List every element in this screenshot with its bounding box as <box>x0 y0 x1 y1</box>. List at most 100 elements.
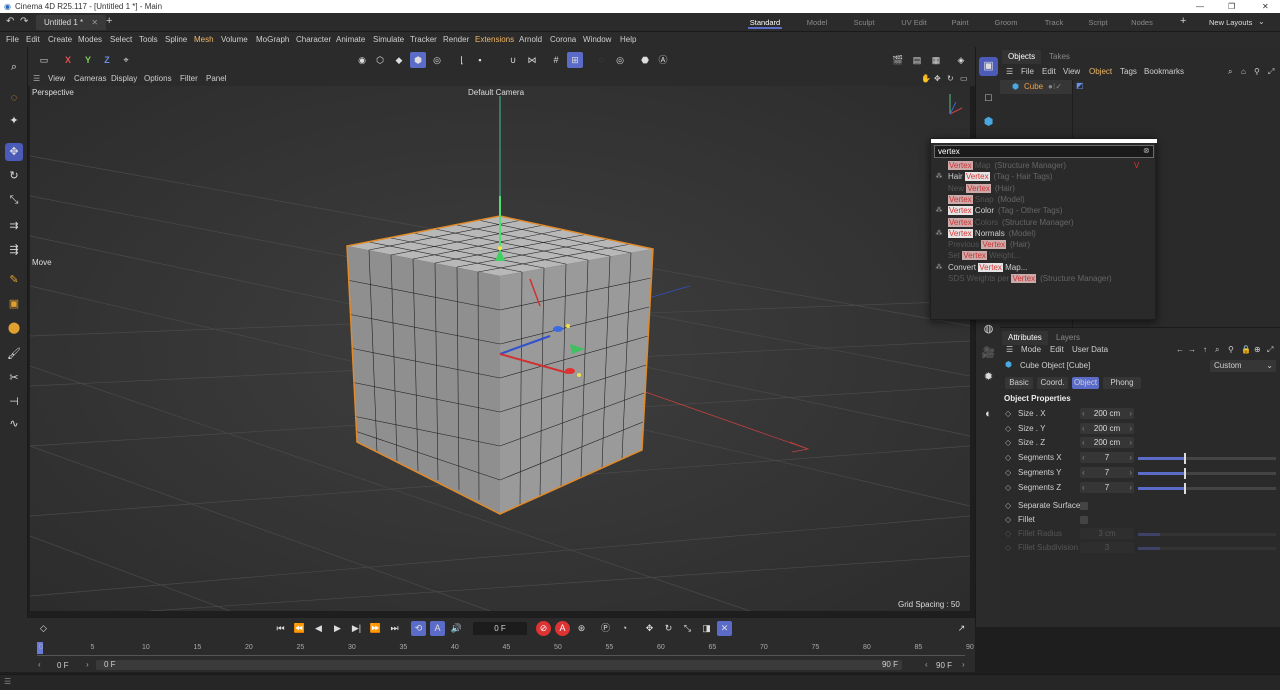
subtab-coord[interactable]: Coord. <box>1037 377 1068 389</box>
chevron-left-icon[interactable]: ‹ <box>1082 423 1085 434</box>
record-button[interactable]: ⊘ <box>536 621 551 636</box>
hamburger-icon[interactable]: ☰ <box>1006 343 1013 357</box>
current-frame-field[interactable]: 0 F <box>473 622 527 635</box>
previous-key-button[interactable]: ⏪ <box>292 621 307 636</box>
menu-file[interactable]: File <box>6 32 19 47</box>
menu-edit[interactable]: Edit <box>26 32 40 47</box>
coordinate-system-icon[interactable]: ⌖ <box>118 52 134 68</box>
viewport-menu-filter[interactable]: Filter <box>180 72 198 86</box>
search-result-item[interactable]: Vertex Colors (Structure Manager) <box>931 217 1157 228</box>
hamburger-icon[interactable]: ☰ <box>33 72 40 86</box>
layout-tab-script[interactable]: Script <box>1087 16 1109 29</box>
range-start[interactable]: 0 F <box>57 661 69 670</box>
checkbox[interactable] <box>1080 516 1088 525</box>
subtab-phong[interactable]: Phong <box>1103 377 1141 389</box>
chevron-right-icon[interactable]: › <box>1129 467 1132 478</box>
menu-help[interactable]: Help <box>620 32 636 47</box>
object-name[interactable]: Cube <box>1024 80 1043 94</box>
tab-takes[interactable]: Takes <box>1043 50 1076 64</box>
solo-icon[interactable]: ◎ <box>612 52 628 68</box>
timeline-ruler[interactable]: 0 5 10 15 20 25 30 35 40 45 50 55 60 65 70 75 80 85 90 <box>0 640 975 658</box>
tag-icon[interactable]: ◩ <box>1076 81 1084 90</box>
layout-tab-sculpt[interactable]: Sculpt <box>853 16 875 29</box>
polygons-mode-icon[interactable]: ◆ <box>391 52 407 68</box>
play-button[interactable]: ▶ <box>330 621 345 636</box>
object-row-cube[interactable]: ⬢ Cube ●⁝✓ <box>1000 80 1072 94</box>
render-queue-icon[interactable]: ◈ <box>953 52 969 68</box>
forward-arrow-icon[interactable]: → <box>1188 343 1196 357</box>
layout-tab-groom[interactable]: Groom <box>993 16 1019 29</box>
new-window-icon[interactable]: ⤢ <box>1267 343 1273 357</box>
layout-tab-track[interactable]: Track <box>1043 16 1065 29</box>
rotate-tool-icon[interactable]: ↻ <box>5 167 23 185</box>
layout-tab-paint[interactable]: Paint <box>951 16 969 29</box>
x-axis-lock-button[interactable]: X <box>60 52 76 68</box>
chevron-left-icon[interactable]: ‹ <box>38 660 41 669</box>
light-icon[interactable]: ✹ <box>979 368 998 387</box>
sound-icon[interactable]: 🔊 <box>449 621 464 636</box>
tab-objects[interactable]: Objects <box>1002 50 1042 64</box>
slider-handle[interactable] <box>1184 482 1186 494</box>
menu-render[interactable]: Render <box>443 32 469 47</box>
pan-view-icon[interactable]: ✋ <box>921 72 931 86</box>
menu-corona[interactable]: Corona <box>550 32 576 47</box>
keyframe-diamond-icon[interactable]: ◇ <box>1005 481 1011 495</box>
keyframe-mode-icon[interactable]: Ⓟ <box>598 621 613 636</box>
search-result-item[interactable]: Vertex Snap (Model) <box>931 194 1157 205</box>
new-window-icon[interactable]: ⤢ <box>1268 65 1274 79</box>
up-arrow-icon[interactable]: ↑ <box>1203 343 1207 357</box>
back-arrow-icon[interactable]: ← <box>1176 343 1184 357</box>
chevron-right-icon[interactable]: › <box>1129 437 1132 448</box>
spline-pen-icon[interactable]: ✎ <box>5 271 23 289</box>
cloner-tool-icon[interactable]: ⬤ <box>5 319 23 337</box>
property-value-field[interactable]: 7 ‹ › <box>1080 452 1134 464</box>
property-value-field[interactable]: 200 cm ‹ › <box>1080 437 1134 449</box>
preview-range-button[interactable]: A <box>430 621 445 636</box>
chevron-left-icon[interactable]: ‹ <box>1082 467 1085 478</box>
property-slider[interactable] <box>1138 453 1276 465</box>
objects-menu-file[interactable]: File <box>1021 65 1034 79</box>
camera-icon[interactable]: 🎥 <box>979 344 998 363</box>
live-selection-icon[interactable]: ◌ <box>5 89 23 107</box>
viewport-menu-view[interactable]: View <box>48 72 65 86</box>
quantize-icon[interactable]: ◌ <box>593 52 609 68</box>
settings-icon[interactable]: ⊕ <box>1254 343 1261 357</box>
property-slider[interactable] <box>1138 482 1276 494</box>
chevron-left-icon[interactable]: ‹ <box>925 660 928 669</box>
objects-menu-view[interactable]: View <box>1063 65 1080 79</box>
viewport-menu-panel[interactable]: Panel <box>206 72 226 86</box>
axis-mode-icon[interactable]: ▪ <box>472 52 488 68</box>
scale-tool-icon[interactable]: ⤡ <box>5 191 23 209</box>
auto-keying-icon[interactable]: Ⓐ <box>655 52 671 68</box>
keyframe-diamond-icon[interactable]: ◇ <box>1005 466 1011 480</box>
layout-tab-uv-edit[interactable]: UV Edit <box>901 16 927 29</box>
close-tab-icon[interactable]: ✕ <box>91 18 98 27</box>
cube-primitive-icon[interactable]: ⬢ <box>979 113 998 132</box>
keyframe-diamond-icon[interactable]: ◇ <box>1005 407 1011 421</box>
grid-snap-icon[interactable]: # <box>548 52 564 68</box>
material-icon[interactable]: ◐ <box>979 405 998 424</box>
paint-brush-icon[interactable]: 🖌 <box>5 345 23 363</box>
preset-dropdown[interactable]: Custom ⌄ <box>1210 360 1276 372</box>
layout-tab-model[interactable]: Model <box>806 16 828 29</box>
keyframe-diamond-icon[interactable]: ◇ <box>36 621 51 636</box>
3d-viewport[interactable]: Perspective Default Camera Move Grid Spa… <box>30 86 970 611</box>
slider-handle[interactable] <box>1184 467 1186 479</box>
viewport-name-label[interactable]: Perspective <box>32 88 74 97</box>
add-layout-button[interactable]: + <box>1180 15 1186 27</box>
objects-menu-edit[interactable]: Edit <box>1042 65 1056 79</box>
texture-mode-icon[interactable]: ◎ <box>429 52 445 68</box>
home-icon[interactable]: ⌂ <box>1241 65 1246 79</box>
new-tab-button[interactable]: + <box>106 15 112 27</box>
chevron-right-icon[interactable]: › <box>962 660 965 669</box>
clear-search-icon[interactable]: ⊗ <box>1143 146 1150 155</box>
environment-icon[interactable]: ◍ <box>979 320 998 339</box>
property-value-field[interactable]: 200 cm ‹ › <box>1080 422 1134 434</box>
menu-character[interactable]: Character <box>296 32 331 47</box>
menu-animate[interactable]: Animate <box>336 32 365 47</box>
menu-create[interactable]: Create <box>48 32 72 47</box>
render-view-icon[interactable]: 🎬 <box>890 52 906 68</box>
objects-menu-bookmarks[interactable]: Bookmarks <box>1144 65 1184 79</box>
key-interpolation-icon[interactable]: ◔ <box>617 621 632 636</box>
model-mode-icon[interactable]: ⬢ <box>410 52 426 68</box>
